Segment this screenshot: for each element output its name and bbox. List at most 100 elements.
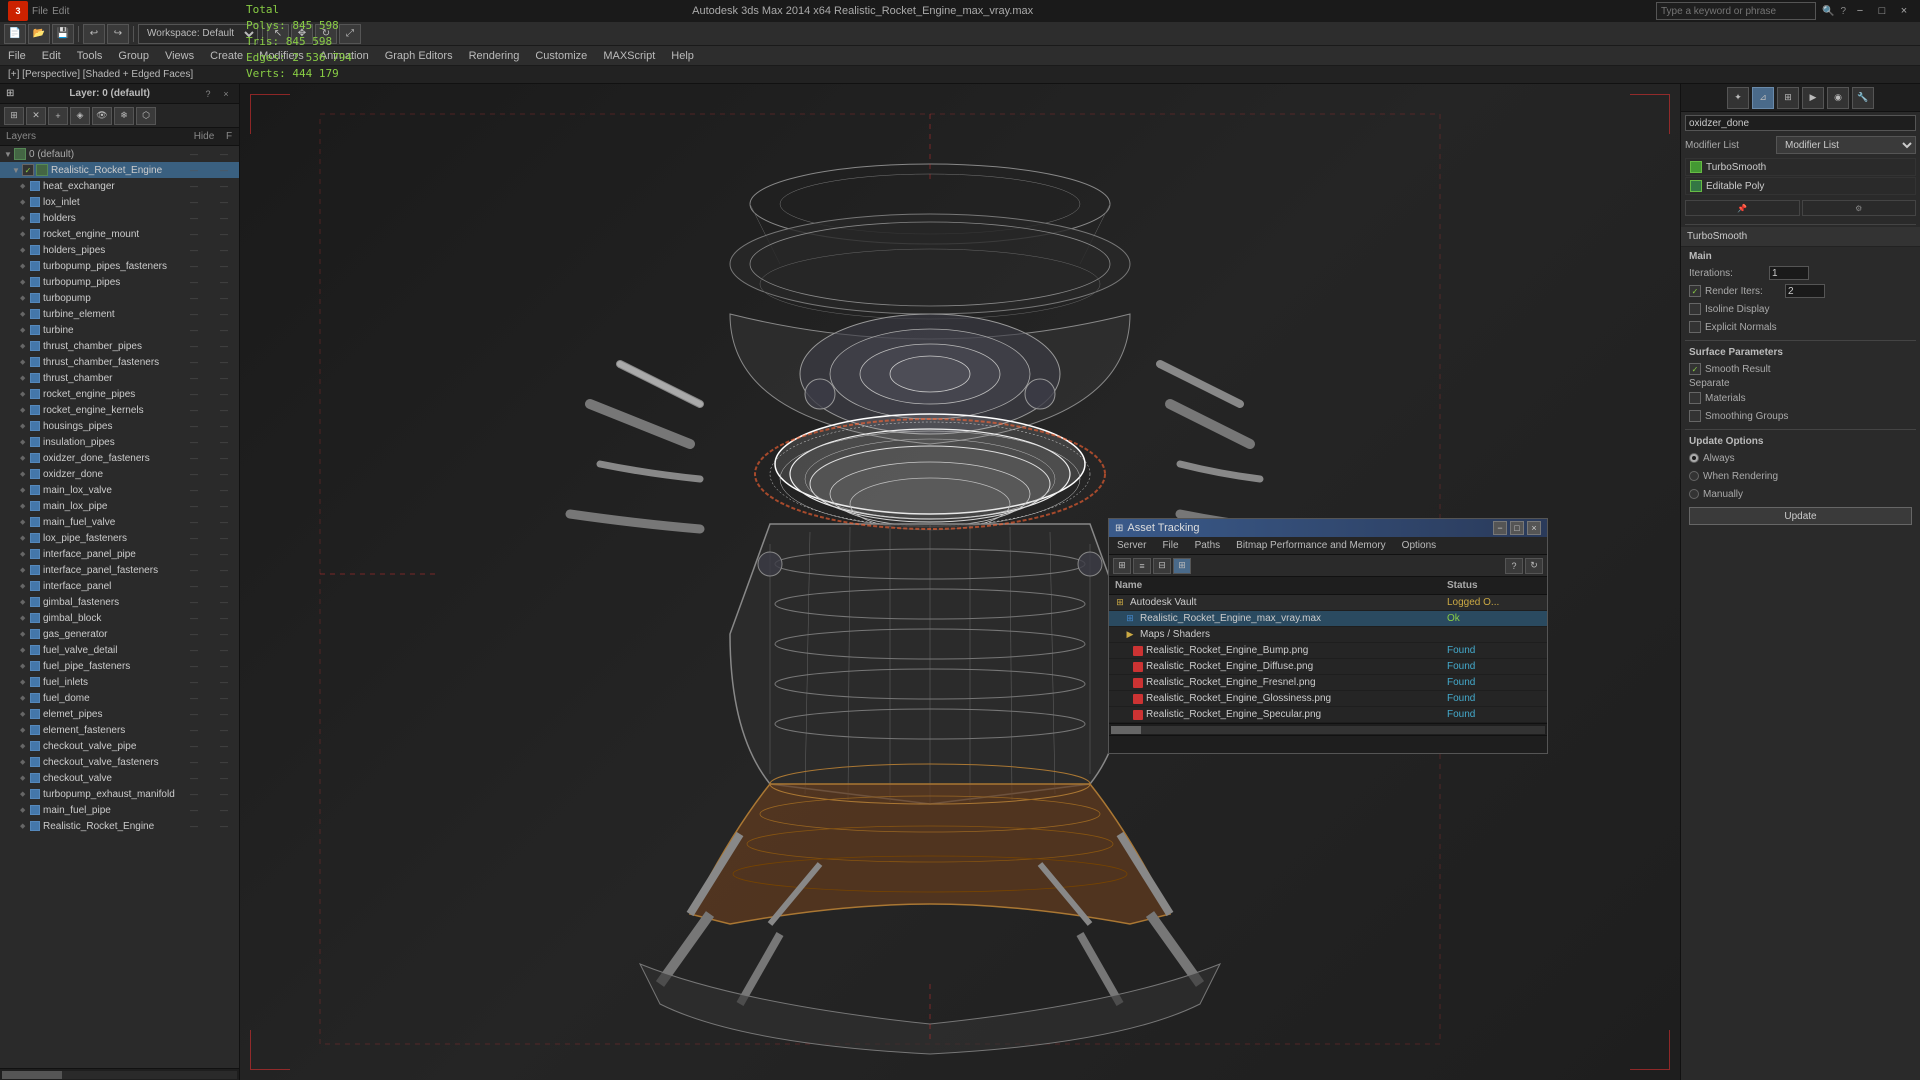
- layer-row[interactable]: ◆lox_inlet——: [0, 194, 239, 210]
- layer-row[interactable]: ◆turbine——: [0, 322, 239, 338]
- at-menu-options[interactable]: Options: [1394, 538, 1444, 553]
- redo-button[interactable]: ↪: [107, 24, 129, 44]
- layer-f-toggle[interactable]: —: [209, 150, 239, 159]
- layer-row[interactable]: ▼ 0 (default) — —: [0, 146, 239, 162]
- at-menu-server[interactable]: Server: [1109, 538, 1154, 553]
- layer-row[interactable]: ◆oxidzer_done_fasteners——: [0, 450, 239, 466]
- menu-help[interactable]: Help: [663, 46, 702, 66]
- layers-new-btn[interactable]: ⊞: [4, 107, 24, 125]
- search-input[interactable]: [1656, 2, 1816, 20]
- layer-row[interactable]: ◆rocket_engine_kernels——: [0, 402, 239, 418]
- hierarchy-tab-btn[interactable]: ⊞: [1777, 87, 1799, 109]
- layer-row[interactable]: ◆interface_panel_pipe——: [0, 546, 239, 562]
- at-menu-bitmap[interactable]: Bitmap Performance and Memory: [1228, 538, 1394, 553]
- editable-poly-modifier[interactable]: Editable Poly: [1685, 177, 1916, 195]
- materials-checkbox[interactable]: [1689, 392, 1701, 404]
- create-tab-btn[interactable]: ✦: [1727, 87, 1749, 109]
- layer-row[interactable]: ◆heat_exchanger——: [0, 178, 239, 194]
- layer-row[interactable]: ◆rocket_engine_pipes——: [0, 386, 239, 402]
- utilities-tab-btn[interactable]: 🔧: [1852, 87, 1874, 109]
- turbosmooth-modifier[interactable]: TurboSmooth: [1685, 158, 1916, 176]
- layer-row[interactable]: ◆gimbal_fasteners——: [0, 594, 239, 610]
- when-rendering-radio[interactable]: [1689, 471, 1699, 481]
- layers-freeze-btn[interactable]: ❄: [114, 107, 134, 125]
- menu-graph-editors[interactable]: Graph Editors: [377, 46, 461, 66]
- render-iters-input[interactable]: [1785, 284, 1825, 298]
- layers-delete-btn[interactable]: ✕: [26, 107, 46, 125]
- layers-add-btn[interactable]: +: [48, 107, 68, 125]
- at-row[interactable]: ⊞ Realistic_Rocket_Engine_max_vray.max O…: [1109, 611, 1547, 627]
- menu-edit[interactable]: Edit: [34, 46, 69, 66]
- explicit-normals-checkbox[interactable]: [1689, 321, 1701, 333]
- new-button[interactable]: 📄: [4, 24, 26, 44]
- at-tb-btn-1[interactable]: ⊞: [1113, 558, 1131, 574]
- config-mod-btn[interactable]: ⚙: [1802, 200, 1917, 216]
- open-button[interactable]: 📂: [28, 24, 50, 44]
- layer-row[interactable]: ◆insulation_pipes——: [0, 434, 239, 450]
- iterations-input[interactable]: [1769, 266, 1809, 280]
- at-close-btn[interactable]: ×: [1527, 521, 1541, 535]
- menu-maxscript[interactable]: MAXScript: [595, 46, 663, 66]
- layer-row[interactable]: ◆holders_pipes——: [0, 242, 239, 258]
- menu-animation[interactable]: Animation: [312, 46, 377, 66]
- pin-stack-btn[interactable]: 📌: [1685, 200, 1800, 216]
- rotate-button[interactable]: ↻: [315, 24, 337, 44]
- layer-row[interactable]: ◆checkout_valve_fasteners——: [0, 754, 239, 770]
- layer-row[interactable]: ◆turbopump_pipes_fasteners——: [0, 258, 239, 274]
- motion-tab-btn[interactable]: ▶: [1802, 87, 1824, 109]
- layer-row[interactable]: ◆turbopump_exhaust_manifold——: [0, 786, 239, 802]
- at-row[interactable]: ▶ Maps / Shaders: [1109, 627, 1547, 643]
- isoline-checkbox[interactable]: [1689, 303, 1701, 315]
- layer-row[interactable]: ◆holders——: [0, 210, 239, 226]
- layer-row[interactable]: ◆thrust_chamber——: [0, 370, 239, 386]
- layers-render-btn[interactable]: ⬡: [136, 107, 156, 125]
- layer-f-toggle[interactable]: —: [209, 166, 239, 175]
- display-tab-btn[interactable]: ◉: [1827, 87, 1849, 109]
- layer-row[interactable]: ◆gas_generator——: [0, 626, 239, 642]
- expand-icon[interactable]: ▼: [12, 166, 22, 175]
- at-row[interactable]: Realistic_Rocket_Engine_Diffuse.png Foun…: [1109, 659, 1547, 675]
- object-name-input[interactable]: [1685, 115, 1916, 131]
- manually-radio[interactable]: [1689, 489, 1699, 499]
- at-row[interactable]: Realistic_Rocket_Engine_Glossiness.png F…: [1109, 691, 1547, 707]
- layer-checkbox[interactable]: ✓: [22, 164, 34, 176]
- undo-button[interactable]: ↩: [83, 24, 105, 44]
- smooth-result-checkbox[interactable]: ✓: [1689, 363, 1701, 375]
- layer-row[interactable]: ◆checkout_valve_pipe——: [0, 738, 239, 754]
- layer-row[interactable]: ◆rocket_engine_mount——: [0, 226, 239, 242]
- at-help-btn[interactable]: ?: [1505, 558, 1523, 574]
- layer-row[interactable]: ◆thrust_chamber_fasteners——: [0, 354, 239, 370]
- layer-row[interactable]: ◆turbopump_pipes——: [0, 274, 239, 290]
- modifier-dropdown[interactable]: Modifier List: [1776, 136, 1916, 154]
- minimize-button[interactable]: −: [1852, 3, 1868, 19]
- layer-row[interactable]: ◆gimbal_block——: [0, 610, 239, 626]
- layer-row[interactable]: ◆fuel_pipe_fasteners——: [0, 658, 239, 674]
- layer-row[interactable]: ◆thrust_chamber_pipes——: [0, 338, 239, 354]
- layer-row[interactable]: ◆fuel_valve_detail——: [0, 642, 239, 658]
- layer-row[interactable]: ◆turbopump——: [0, 290, 239, 306]
- panel-help-icon[interactable]: ?: [201, 87, 215, 101]
- select-button[interactable]: ↖: [267, 24, 289, 44]
- layer-row[interactable]: ◆fuel_inlets——: [0, 674, 239, 690]
- menu-rendering[interactable]: Rendering: [461, 46, 528, 66]
- always-radio[interactable]: [1689, 453, 1699, 463]
- menu-create[interactable]: Create: [202, 46, 251, 66]
- layer-row[interactable]: ◆oxidzer_done——: [0, 466, 239, 482]
- menu-tools[interactable]: Tools: [69, 46, 111, 66]
- panel-close-icon[interactable]: ×: [219, 87, 233, 101]
- close-button[interactable]: ×: [1896, 3, 1912, 19]
- render-iters-checkbox[interactable]: ✓: [1689, 285, 1701, 297]
- layer-row[interactable]: ◆Realistic_Rocket_Engine——: [0, 818, 239, 834]
- layer-row[interactable]: ◆main_fuel_valve——: [0, 514, 239, 530]
- at-menu-file[interactable]: File: [1154, 538, 1186, 553]
- layers-hide-btn[interactable]: 👁: [92, 107, 112, 125]
- menu-file[interactable]: File: [0, 46, 34, 66]
- at-row[interactable]: ⊞ Autodesk Vault Logged O...: [1109, 595, 1547, 611]
- layer-row[interactable]: ◆fuel_dome——: [0, 690, 239, 706]
- asset-tracking-scrollbar[interactable]: [1109, 723, 1547, 735]
- scroll-thumb[interactable]: [2, 1071, 62, 1079]
- at-tb-btn-3[interactable]: ⊟: [1153, 558, 1171, 574]
- layers-scrollbar[interactable]: [0, 1068, 239, 1080]
- at-scroll-thumb[interactable]: [1111, 726, 1141, 734]
- maximize-button[interactable]: □: [1874, 3, 1890, 19]
